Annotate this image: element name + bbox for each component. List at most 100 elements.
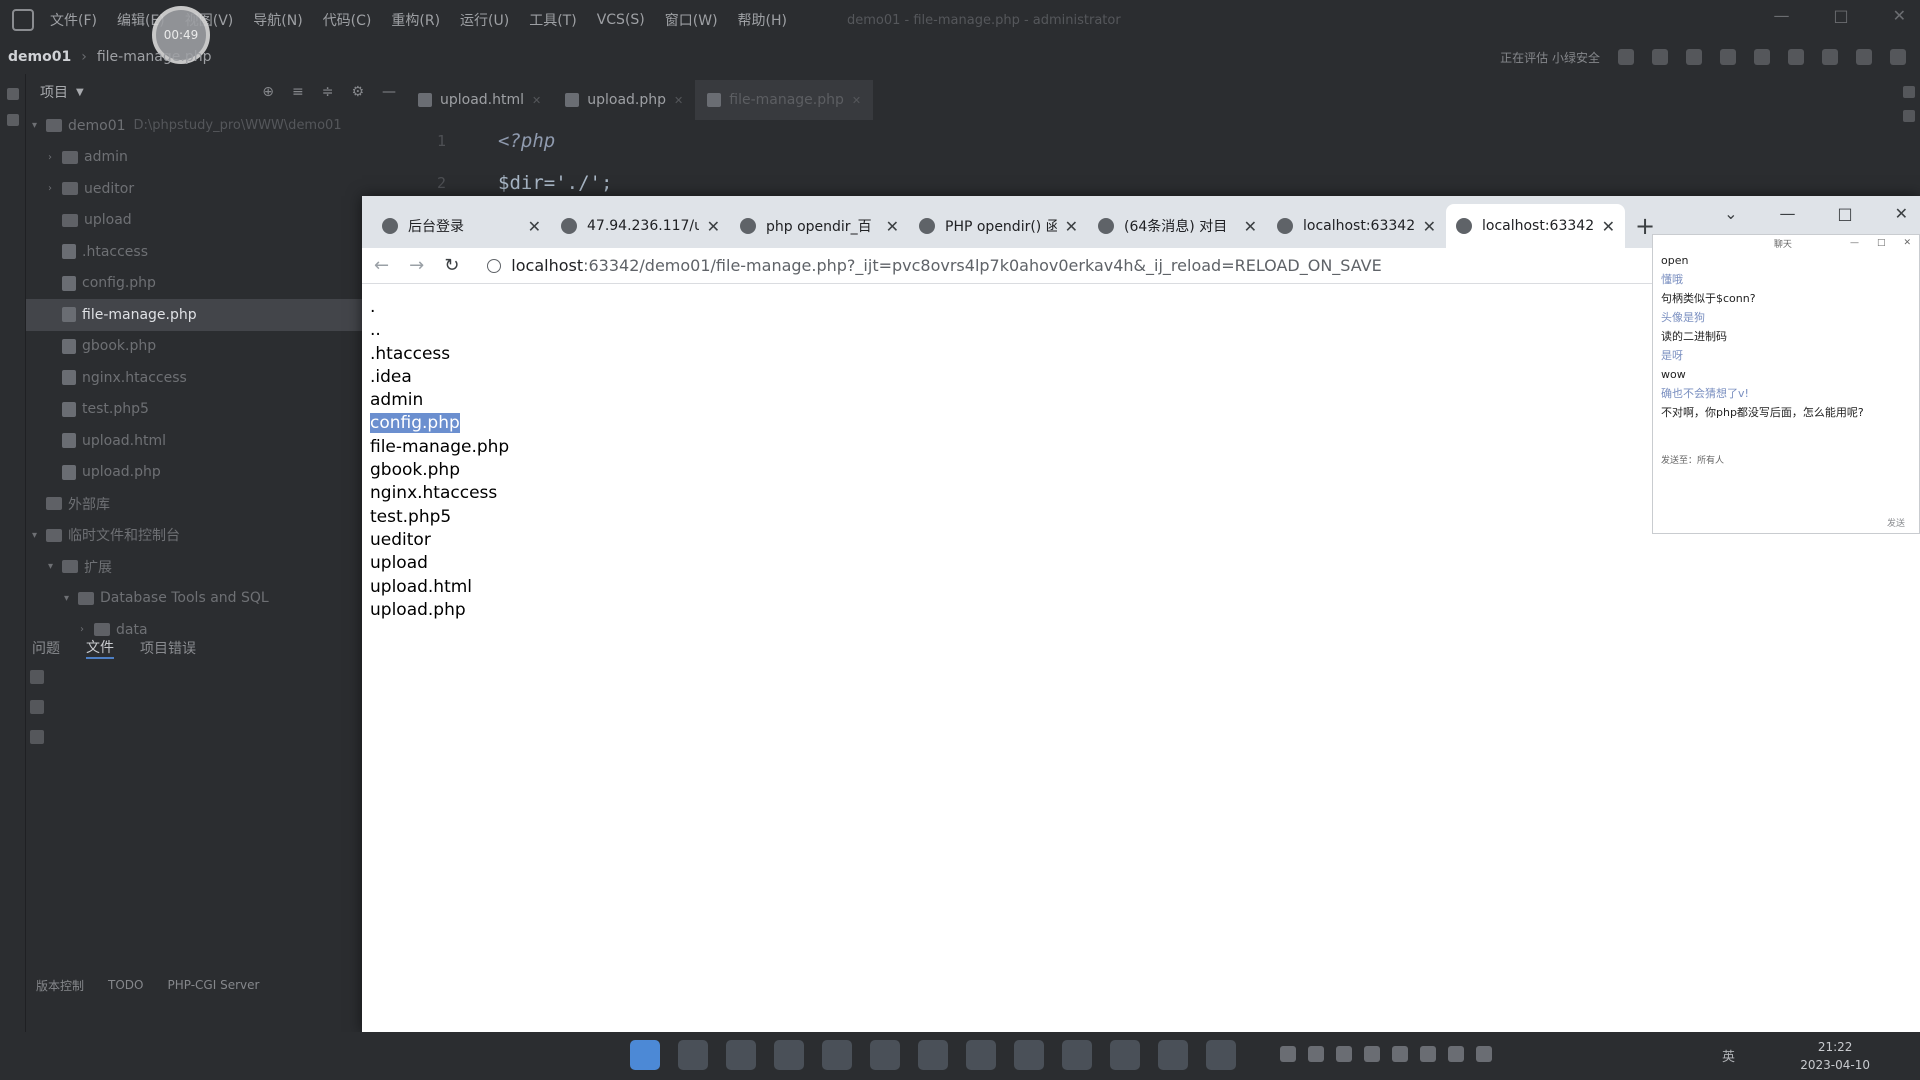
tree-item[interactable]: upload (26, 205, 406, 237)
tree-item[interactable]: file-manage.php (26, 299, 406, 331)
windows-start-icon[interactable] (630, 1040, 660, 1070)
app-icon[interactable] (966, 1040, 996, 1070)
settings-icon[interactable] (1890, 49, 1906, 65)
phpstorm-icon[interactable] (822, 1040, 852, 1070)
maximize-icon[interactable]: □ (1837, 204, 1852, 223)
group-icon[interactable] (30, 670, 44, 684)
tree-item[interactable]: 外部库 (26, 488, 406, 520)
close-icon[interactable]: ✕ (852, 94, 861, 107)
tray-icon[interactable] (1448, 1046, 1464, 1062)
project-tool-icon[interactable] (7, 88, 19, 100)
tree-item[interactable]: .htaccess (26, 236, 406, 268)
browser-tab[interactable]: PHP opendir() 函 ✕ (909, 204, 1088, 248)
todo-button[interactable]: TODO (108, 978, 143, 992)
code-editor[interactable]: 1 <?php 2 $dir='./'; (406, 120, 1900, 200)
taskbar-clock[interactable]: 21:22 2023-04-10 (1800, 1038, 1870, 1074)
tray-icon[interactable] (1364, 1046, 1380, 1062)
coverage-icon[interactable] (1754, 49, 1770, 65)
menu-help[interactable]: 帮助(H) (738, 10, 787, 30)
menu-navigate[interactable]: 导航(N) (253, 10, 302, 30)
collapse-all-icon[interactable]: ≑ (322, 84, 334, 100)
tree-item[interactable]: test.php5 (26, 394, 406, 426)
file-explorer-icon[interactable] (678, 1040, 708, 1070)
tab-problems[interactable]: 问题 (32, 638, 60, 658)
close-icon[interactable]: ✕ (707, 217, 720, 236)
close-icon[interactable]: ✕ (1903, 238, 1911, 248)
maximize-icon[interactable]: □ (1833, 6, 1848, 25)
minimize-icon[interactable]: — (1779, 204, 1795, 223)
browser-tab[interactable]: localhost:63342 ✕ (1267, 204, 1446, 248)
tree-item[interactable]: ▾ 临时文件和控制台 (26, 520, 406, 552)
menu-file[interactable]: 文件(F) (50, 10, 97, 30)
menu-code[interactable]: 代码(C) (323, 10, 372, 30)
user-icon[interactable] (1618, 49, 1634, 65)
close-icon[interactable]: ✕ (1893, 6, 1906, 25)
p-app-icon[interactable] (1062, 1040, 1092, 1070)
tree-item[interactable]: › admin (26, 142, 406, 174)
tray-icon[interactable] (1420, 1046, 1436, 1062)
site-info-icon[interactable] (487, 258, 502, 273)
search-icon[interactable] (1856, 49, 1872, 65)
editor-tab-upload-html[interactable]: upload.html ✕ (406, 80, 553, 120)
run-icon[interactable] (1686, 49, 1702, 65)
chevron-down-icon[interactable]: ▾ (32, 120, 46, 131)
chevron-down-icon[interactable]: ▾ (64, 593, 78, 604)
version-control-button[interactable]: 版本控制 (36, 977, 84, 994)
back-arrow-icon[interactable]: ← (374, 255, 389, 276)
forward-arrow-icon[interactable]: → (409, 255, 424, 276)
chevron-down-icon[interactable]: ▾ (32, 530, 46, 541)
hide-panel-icon[interactable]: — (382, 84, 396, 100)
close-icon[interactable]: ✕ (1602, 217, 1615, 236)
notifications-icon[interactable] (1903, 86, 1915, 98)
chat-send-button[interactable]: 发送 (1887, 516, 1905, 529)
close-icon[interactable]: ✕ (1244, 217, 1257, 236)
menu-window[interactable]: 窗口(W) (665, 10, 718, 30)
edge-icon[interactable] (726, 1040, 756, 1070)
input-language-indicator[interactable]: 英 (1722, 1046, 1735, 1065)
browser-tab[interactable]: 后台登录 ✕ (372, 204, 551, 248)
stop-icon[interactable] (1788, 49, 1804, 65)
chevron-down-icon[interactable]: ▼ (76, 87, 84, 98)
close-icon[interactable]: ✕ (528, 217, 541, 236)
editor-tab-upload-php[interactable]: upload.php ✕ (553, 80, 695, 120)
locate-icon[interactable]: ⊕ (262, 84, 274, 100)
tray-icon[interactable] (1336, 1046, 1352, 1062)
app-icon[interactable] (1158, 1040, 1188, 1070)
app-icon[interactable] (1110, 1040, 1140, 1070)
chevron-down-icon[interactable]: ▾ (48, 561, 62, 572)
php-cgi-server-button[interactable]: PHP-CGI Server (167, 978, 259, 992)
app-icon[interactable] (1014, 1040, 1044, 1070)
close-icon[interactable]: ✕ (674, 94, 683, 107)
menu-refactor[interactable]: 重构(R) (391, 10, 440, 30)
reload-icon[interactable]: ↻ (444, 255, 459, 276)
close-icon[interactable]: ✕ (532, 94, 541, 107)
debug-icon[interactable] (1720, 49, 1736, 65)
close-icon[interactable]: ✕ (1065, 217, 1078, 236)
chat-send-target[interactable]: 发送至：所有人 (1661, 453, 1724, 466)
close-icon[interactable]: ✕ (1895, 204, 1908, 223)
close-icon[interactable]: ✕ (886, 217, 899, 236)
run-config-dropdown[interactable] (1652, 49, 1668, 65)
store-icon[interactable] (870, 1040, 900, 1070)
project-panel-title[interactable]: 项目 (40, 82, 68, 102)
browser-tab[interactable]: (64条消息) 对目 ✕ (1088, 204, 1267, 248)
menu-run[interactable]: 运行(U) (460, 10, 509, 30)
tray-icon[interactable] (1392, 1046, 1408, 1062)
structure-tool-icon[interactable] (7, 114, 19, 126)
tree-item[interactable]: gbook.php (26, 331, 406, 363)
menu-tools[interactable]: 工具(T) (529, 10, 576, 30)
tray-icon[interactable] (1280, 1046, 1296, 1062)
expand-all-icon[interactable]: ≡ (292, 84, 304, 100)
app-icon[interactable] (1206, 1040, 1236, 1070)
translate-icon[interactable] (1822, 49, 1838, 65)
address-bar[interactable]: localhost :63342/demo01/file-manage.php?… (487, 256, 1382, 275)
menu-vcs[interactable]: VCS(S) (597, 12, 645, 28)
close-icon[interactable]: ✕ (1423, 217, 1436, 236)
chevron-right-icon[interactable]: › (48, 183, 62, 194)
browser-tab-active[interactable]: localhost:63342 ✕ (1446, 204, 1625, 248)
browser-tab[interactable]: php opendir_百 ✕ (730, 204, 909, 248)
tree-item[interactable]: ▾ Database Tools and SQL (26, 583, 406, 615)
chrome-icon[interactable] (774, 1040, 804, 1070)
tree-item[interactable]: ▾ 扩展 (26, 551, 406, 583)
minimize-icon[interactable]: — (1850, 238, 1859, 248)
